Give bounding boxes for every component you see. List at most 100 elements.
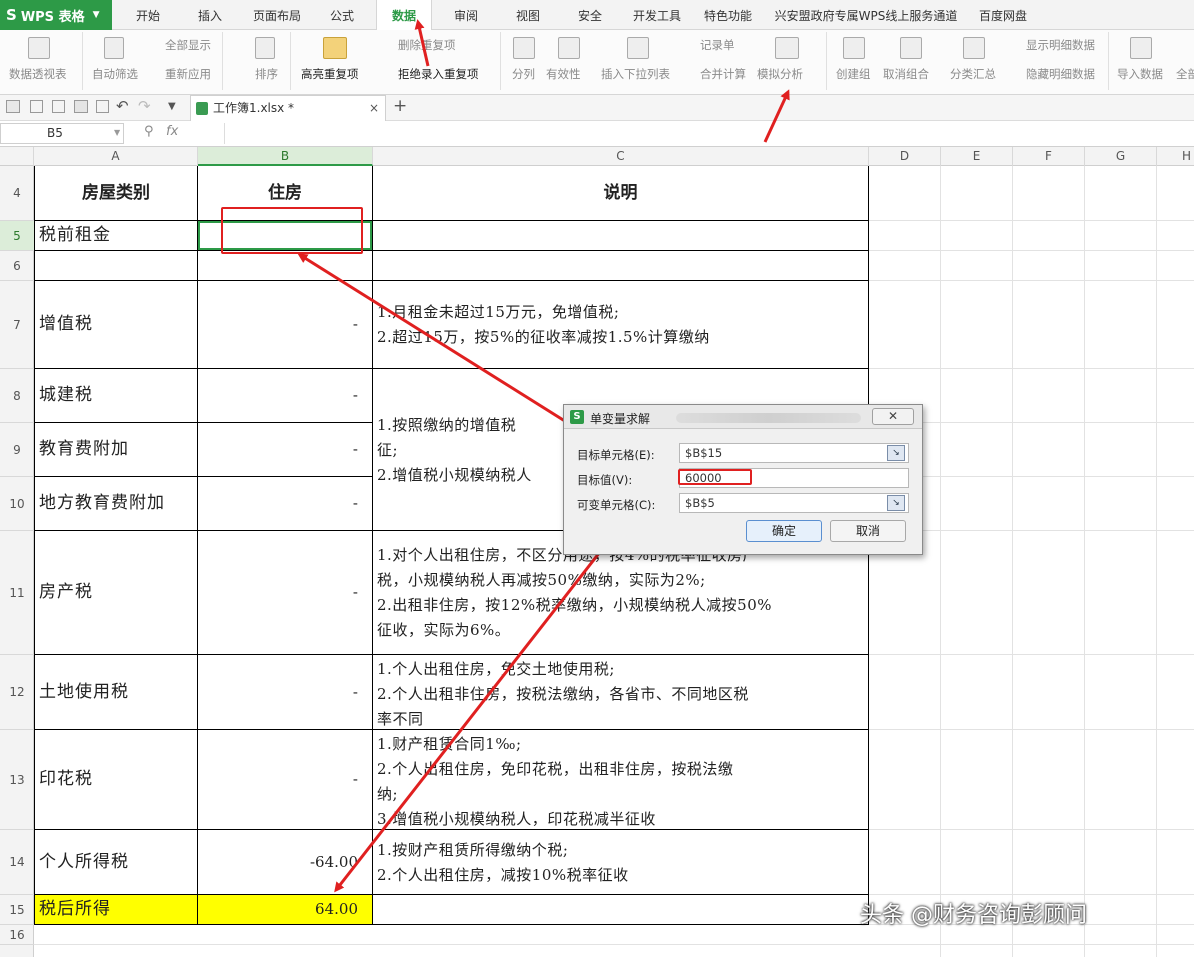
- property-tax-label[interactable]: 房产税: [35, 531, 197, 654]
- redo-icon[interactable]: ↷: [138, 97, 151, 115]
- header-notes[interactable]: 说明: [373, 166, 868, 220]
- row-header-9[interactable]: 9: [0, 423, 34, 477]
- tab-security[interactable]: 安全: [564, 0, 616, 30]
- column-header-a[interactable]: A: [34, 147, 198, 166]
- personal-income-tax-value[interactable]: -64.00: [198, 830, 372, 894]
- row-header-10[interactable]: 10: [0, 477, 34, 531]
- save-icon[interactable]: [30, 100, 43, 113]
- all-button[interactable]: 全部: [1176, 66, 1194, 82]
- tab-review[interactable]: 审阅: [440, 0, 492, 30]
- stamp-tax-label[interactable]: 印花税: [35, 730, 197, 829]
- hide-detail-button[interactable]: 隐藏明细数据: [1026, 66, 1095, 82]
- column-header-c[interactable]: C: [373, 147, 869, 166]
- dialog-titlebar[interactable]: S 单变量求解 ✕: [564, 405, 922, 429]
- land-use-tax-notes[interactable]: 1.个人出租住房，免交土地使用税; 2.个人出租非住房，按税法缴纳，各省市、不同…: [373, 655, 868, 729]
- personal-income-tax-notes[interactable]: 1.按财产租赁所得缴纳个税; 2.个人出租住房，减按10%税率征收: [373, 836, 868, 890]
- stamp-tax-value[interactable]: -: [198, 730, 372, 829]
- header-category[interactable]: 房屋类别: [35, 166, 197, 220]
- show-detail-button[interactable]: 显示明细数据: [1026, 37, 1095, 53]
- row-header-4[interactable]: 4: [0, 166, 34, 221]
- range-select-icon[interactable]: ↘: [887, 495, 905, 511]
- create-group-icon: [843, 37, 865, 59]
- row-header-14[interactable]: 14: [0, 830, 34, 895]
- range-select-icon[interactable]: ↘: [887, 445, 905, 461]
- stamp-tax-notes[interactable]: 1.财产租赁合同1‰; 2.个人出租住房，免印花税，出租非住房，按税法缴 纳; …: [373, 730, 868, 829]
- changing-cell-input[interactable]: $B$5 ↘: [679, 493, 909, 513]
- after-tax-income-value[interactable]: 64.00: [198, 895, 372, 924]
- education-surcharge-label[interactable]: 教育费附加: [35, 423, 197, 476]
- undo-icon[interactable]: ↶: [116, 97, 129, 115]
- records-button[interactable]: 记录单: [700, 37, 735, 53]
- local-education-surcharge-value[interactable]: -: [198, 477, 372, 530]
- property-tax-notes[interactable]: 1.对个人出租住房，不区分用途，按4%的税率征收房产 税，小规模纳税人再减按50…: [373, 541, 868, 649]
- reject-duplicates-button[interactable]: 拒绝录入重复项: [398, 66, 479, 82]
- chevron-down-icon[interactable]: ▼: [114, 128, 120, 137]
- tab-gov-service[interactable]: 兴安盟政府专属WPS线上服务通道: [768, 0, 964, 30]
- local-education-surcharge-label[interactable]: 地方教育费附加: [35, 477, 197, 530]
- spreadsheet-grid[interactable]: 房屋类别 住房 说明 税前租金 增值税 - 1.月租金未超过15万元，免增值税;…: [34, 166, 1194, 957]
- row-header-11[interactable]: 11: [0, 531, 34, 655]
- print-preview-icon[interactable]: [52, 100, 65, 113]
- wps-app-menu-button[interactable]: S WPS 表格 ▼: [0, 0, 112, 30]
- column-header-d[interactable]: D: [869, 147, 941, 166]
- sort-icon: [255, 37, 275, 59]
- name-box[interactable]: B5: [0, 123, 124, 144]
- column-header-e[interactable]: E: [941, 147, 1013, 166]
- column-header-b[interactable]: B: [198, 147, 373, 166]
- column-header-h[interactable]: H: [1157, 147, 1194, 166]
- preview-icon[interactable]: [96, 100, 109, 113]
- row-header-6[interactable]: 6: [0, 251, 34, 281]
- insert-function-icon[interactable]: fx: [166, 124, 178, 139]
- close-dialog-icon[interactable]: ✕: [872, 408, 914, 425]
- vat-label[interactable]: 增值税: [35, 281, 197, 368]
- tab-data[interactable]: 数据: [376, 0, 432, 31]
- education-surcharge-value[interactable]: -: [198, 423, 372, 476]
- tab-page-layout[interactable]: 页面布局: [244, 0, 310, 30]
- land-use-tax-label[interactable]: 土地使用税: [35, 655, 197, 729]
- tab-formulas[interactable]: 公式: [318, 0, 366, 30]
- split-column-icon: [513, 37, 535, 59]
- reapply-button[interactable]: 重新应用: [165, 66, 211, 82]
- show-all-button[interactable]: 全部显示: [165, 37, 211, 53]
- column-header-g[interactable]: G: [1085, 147, 1157, 166]
- print-icon[interactable]: [74, 100, 88, 113]
- ok-button[interactable]: 确定: [746, 520, 822, 542]
- urban-construction-tax-label[interactable]: 城建税: [35, 369, 197, 422]
- consolidate-button[interactable]: 合并计算: [700, 66, 746, 82]
- after-tax-income-label[interactable]: 税后所得: [35, 895, 197, 924]
- zoom-icon[interactable]: ⚲: [144, 124, 154, 139]
- delete-duplicates-button[interactable]: 删除重复项: [398, 37, 456, 53]
- vat-value[interactable]: -: [198, 281, 372, 368]
- dropdown-list-icon: [627, 37, 649, 59]
- tab-view[interactable]: 视图: [502, 0, 554, 30]
- personal-income-tax-label[interactable]: 个人所得税: [35, 830, 197, 894]
- select-all-corner[interactable]: [0, 147, 34, 166]
- row-header-5[interactable]: 5: [0, 221, 34, 251]
- close-tab-icon[interactable]: ×: [369, 96, 379, 120]
- land-use-tax-value[interactable]: -: [198, 655, 372, 729]
- tab-special-features[interactable]: 特色功能: [696, 0, 760, 30]
- tab-insert[interactable]: 插入: [184, 0, 236, 30]
- tab-home[interactable]: 开始: [122, 0, 174, 30]
- pre-tax-rent-label[interactable]: 税前租金: [35, 221, 197, 250]
- row-header-15[interactable]: 15: [0, 895, 34, 925]
- urban-construction-tax-value[interactable]: -: [198, 369, 372, 422]
- dropdown-arrow-icon[interactable]: ▼: [168, 101, 176, 112]
- row-header-7[interactable]: 7: [0, 281, 34, 369]
- tab-developer[interactable]: 开发工具: [626, 0, 688, 30]
- property-tax-value[interactable]: -: [198, 531, 372, 654]
- row-header-13[interactable]: 13: [0, 730, 34, 830]
- formula-input[interactable]: [224, 123, 1192, 144]
- column-header-f[interactable]: F: [1013, 147, 1085, 166]
- cancel-button[interactable]: 取消: [830, 520, 906, 542]
- new-tab-icon[interactable]: +: [393, 96, 407, 116]
- row-header-16[interactable]: 16: [0, 925, 34, 945]
- row-header-8[interactable]: 8: [0, 369, 34, 423]
- goal-seek-dialog: S 单变量求解 ✕ 目标单元格(E): $B$15 ↘ 目标值(V): 6000…: [563, 404, 923, 555]
- vat-notes[interactable]: 1.月租金未超过15万元，免增值税; 2.超过15万，按5%的征收率减按1.5%…: [373, 298, 868, 358]
- target-cell-input[interactable]: $B$15 ↘: [679, 443, 909, 463]
- document-tab[interactable]: 工作簿1.xlsx * ×: [190, 95, 386, 121]
- row-header-12[interactable]: 12: [0, 655, 34, 730]
- open-folder-icon[interactable]: [6, 100, 20, 113]
- tab-baidu-netdisk[interactable]: 百度网盘: [972, 0, 1034, 30]
